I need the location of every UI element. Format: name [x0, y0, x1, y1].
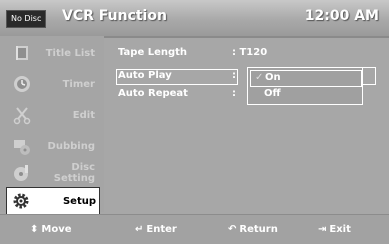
setup-content-panel: Tape Length : T120 Auto Play : Auto Repe…: [104, 36, 389, 212]
auto-play-colon: :: [232, 70, 236, 81]
disc-setting-icon: [14, 165, 28, 181]
hint-exit: ⇥ Exit: [318, 224, 351, 235]
dubbing-icon: [14, 140, 30, 155]
sidebar-menu: Title List Timer Edit Dubbing Disc Setti…: [0, 36, 104, 215]
option-label: Off: [264, 88, 281, 99]
auto-play-dropdown[interactable]: ✓ On Off: [247, 67, 363, 105]
auto-repeat-label: Auto Repeat: [118, 88, 188, 99]
edit-scissors-icon: [13, 107, 31, 125]
return-icon: ↶: [228, 224, 237, 235]
sidebar-item-label: Title List: [45, 48, 95, 59]
tape-length-value: : T120: [232, 47, 268, 58]
auto-repeat-colon: :: [232, 88, 236, 99]
exit-icon: ⇥: [318, 224, 327, 235]
checkmark-icon: ✓: [255, 72, 264, 83]
sidebar-item-edit[interactable]: Edit: [8, 102, 98, 128]
sidebar-item-title-list[interactable]: Title List: [8, 40, 98, 66]
dropdown-option-off[interactable]: Off: [250, 87, 360, 102]
clock-display: 12:00 AM: [304, 8, 379, 24]
hint-move: ⬍ Move: [30, 224, 72, 235]
tape-length-label: Tape Length: [118, 47, 188, 58]
enter-icon: ↵: [135, 224, 144, 235]
tape-length-row[interactable]: Tape Length : T120: [118, 47, 267, 58]
sidebar-item-dubbing[interactable]: Dubbing: [8, 133, 98, 159]
setup-gear-icon: [13, 193, 29, 209]
sidebar-item-label: Disc Setting: [53, 162, 95, 184]
sidebar-item-label: Setup: [62, 196, 96, 207]
page-title: VCR Function: [62, 8, 167, 24]
sidebar-item-disc-setting[interactable]: Disc Setting: [8, 160, 98, 186]
timer-icon: [14, 76, 30, 92]
sidebar-item-label: Dubbing: [47, 141, 95, 152]
disc-status-badge: No Disc: [6, 10, 47, 28]
auto-repeat-row[interactable]: Auto Repeat :: [118, 88, 236, 99]
move-arrows-icon: ⬍: [30, 224, 39, 235]
sidebar-item-label: Edit: [72, 110, 95, 121]
header-bar: No Disc VCR Function 12:00 AM: [0, 0, 389, 38]
sidebar-item-timer[interactable]: Timer: [8, 71, 98, 97]
option-label: On: [265, 72, 281, 83]
hint-enter: ↵ Enter: [135, 224, 177, 235]
hint-return: ↶ Return: [228, 224, 278, 235]
auto-play-label: Auto Play: [118, 70, 172, 81]
sidebar-item-setup[interactable]: Setup: [6, 187, 100, 215]
dropdown-option-on[interactable]: ✓ On: [250, 70, 362, 87]
vcr-function-screen: No Disc VCR Function 12:00 AM Title List…: [0, 0, 389, 244]
sidebar-item-label: Timer: [62, 79, 95, 90]
footer-hint-bar: ⬍ Move ↵ Enter ↶ Return ⇥ Exit: [0, 214, 389, 244]
title-list-icon: [16, 46, 28, 60]
dropdown-frame: [361, 67, 376, 85]
auto-play-row[interactable]: Auto Play :: [118, 70, 236, 81]
